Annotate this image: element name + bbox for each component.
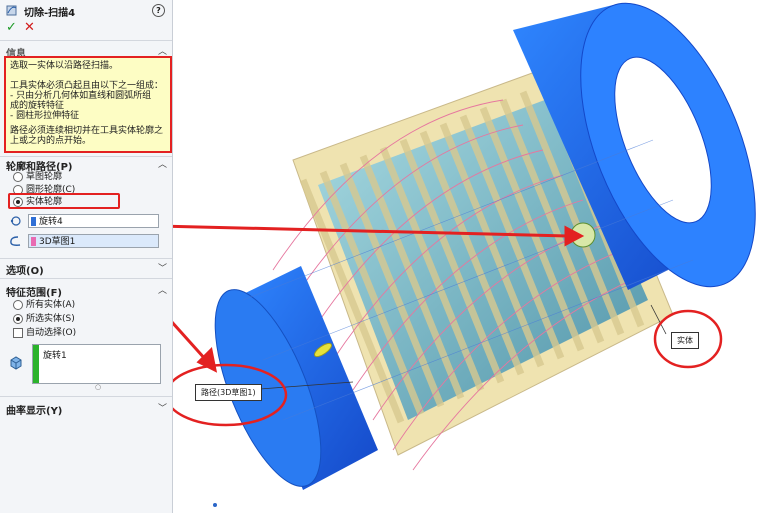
help-icon[interactable]: ? [152, 4, 165, 17]
info-line: 成的旋转特征 [10, 101, 65, 111]
path-icon [10, 236, 21, 246]
chevron-down-icon[interactable]: ﹀ [158, 401, 167, 414]
ok-button[interactable]: ✓ [6, 20, 17, 35]
info-line: 上或之内的点开始。 [10, 136, 92, 146]
threaded-part-model[interactable] [193, 0, 760, 500]
info-line: 工具实体必须凸起且由以下之一组成： [10, 81, 164, 91]
profile-color-swatch [31, 217, 36, 226]
callout-body-label[interactable]: 实体 [671, 332, 699, 349]
options-section-header[interactable]: 选项(O) [6, 262, 44, 277]
chevron-up-icon[interactable]: ︿ [158, 283, 167, 296]
sweep-cut-icon [6, 5, 17, 16]
list-item[interactable]: 旋转1 [43, 348, 67, 361]
info-line: - 只由分析几何体如直线和圆弧所组 [10, 91, 152, 101]
solid-body-icon [10, 356, 22, 370]
radio-button[interactable] [13, 172, 23, 182]
axis-triad-icon [213, 503, 217, 507]
radio-button[interactable] [13, 314, 23, 324]
highlight-box [8, 193, 120, 209]
info-message-box: 选取一实体以沿路径扫描。 工具实体必须凸起且由以下之一组成： - 只由分析几何体… [4, 56, 172, 153]
bodies-list[interactable]: 旋转1 [32, 344, 161, 384]
list-selection-bar [33, 345, 39, 383]
resize-handle-icon[interactable]: ○ [95, 383, 101, 391]
callout-path-label[interactable]: 路径(3D草图1) [195, 384, 262, 401]
radio-all-bodies[interactable]: 所有实体(A) [13, 299, 75, 311]
radio-sketch-profile[interactable]: 草图轮廓 [13, 171, 62, 183]
panel-title-bar: 切除-扫描4 ? [0, 0, 172, 20]
chevron-down-icon[interactable]: ﹀ [158, 261, 167, 274]
profile-selection-box[interactable]: 旋转4 [28, 214, 159, 228]
radio-selected-bodies[interactable]: 所选实体(S) [13, 313, 75, 325]
chevron-up-icon[interactable]: ︿ [158, 157, 167, 170]
divider [0, 156, 172, 157]
model-3d-view[interactable] [98, 0, 760, 513]
info-line: - 圆柱形拉伸特征 [10, 111, 80, 121]
checkbox[interactable] [13, 328, 23, 338]
divider [0, 396, 172, 397]
curvature-display-section-header[interactable]: 曲率显示(Y) [6, 402, 62, 417]
info-line: 选取一实体以沿路径扫描。 [10, 61, 119, 71]
panel-title: 切除-扫描4 [24, 8, 76, 19]
cancel-button[interactable]: ✕ [24, 20, 35, 35]
path-selection-box[interactable]: 3D草图1 [28, 234, 159, 248]
radio-button[interactable] [13, 300, 23, 310]
auto-select-checkbox[interactable]: 自动选择(O) [13, 327, 76, 339]
divider [0, 278, 172, 279]
path-color-swatch [31, 237, 36, 246]
info-line: 路径必须连续相切并在工具实体轮廓之 [10, 126, 164, 136]
property-manager-panel: 切除-扫描4 ? ✓ ✕ 信息 ︿ 选取一实体以沿路径扫描。 工具实体必须凸起且… [0, 0, 173, 513]
feature-scope-section-header[interactable]: 特征范围(F) [6, 284, 62, 299]
graphics-viewport[interactable]: 实体 路径(3D草图1) [98, 0, 760, 513]
profile-icon [10, 216, 21, 226]
divider [0, 40, 172, 41]
divider [0, 258, 172, 259]
